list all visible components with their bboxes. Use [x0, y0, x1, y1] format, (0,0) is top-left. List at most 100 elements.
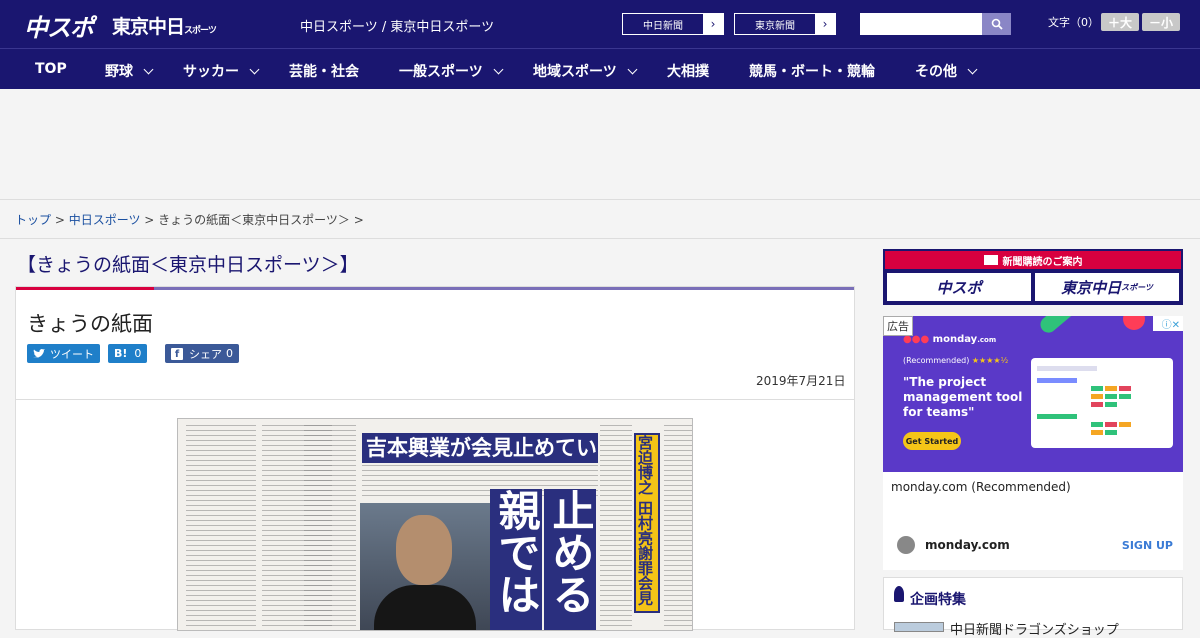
breadcrumb-top-link[interactable]: トップ	[15, 213, 51, 227]
nav-item-soccer[interactable]: サッカー	[183, 61, 260, 81]
chevron-down-icon	[627, 64, 638, 75]
ad-headline: "The project management tool for teams"	[903, 375, 1023, 419]
feature-title: 企画特集	[910, 592, 966, 608]
newspaper-big-text-2: 親ではない	[490, 489, 542, 630]
nav-item-label: その他	[915, 64, 957, 80]
breadcrumb-separator: >	[140, 213, 159, 227]
tokyo-chunichi-logo[interactable]: 東京中日スポーツ	[112, 12, 217, 39]
newspaper-text-column	[600, 425, 632, 630]
newspaper-text-column	[304, 425, 356, 630]
globe-icon	[897, 536, 915, 554]
ribbon-icon	[894, 586, 904, 602]
card-divider	[16, 399, 854, 400]
facebook-icon: f	[171, 347, 183, 360]
breadcrumb-chunichi-link[interactable]: 中日スポーツ	[69, 213, 141, 227]
breadcrumb-separator: >	[51, 213, 69, 227]
ad-image[interactable]: ●●● monday.com (Recommended) ★★★★½ "The …	[883, 316, 1183, 472]
card-accent-bar	[16, 287, 854, 290]
share-count: 0	[226, 347, 233, 360]
hatena-icon: B!	[114, 347, 128, 360]
feature-item[interactable]: 中日新聞ドラゴンズショップ	[950, 619, 1119, 638]
nav-item-label: TOP	[35, 61, 67, 77]
nav-item-label: 一般スポーツ	[399, 64, 483, 80]
tokyo-shimbun-link[interactable]: 東京新聞 ›	[734, 13, 836, 35]
nav-item-regional-sports[interactable]: 地域スポーツ	[533, 61, 638, 81]
tweet-button[interactable]: ツイート	[27, 344, 100, 363]
twitter-bird-icon	[33, 348, 45, 358]
chuspo-logo[interactable]: 中スポ	[24, 8, 94, 43]
newspaper-front-page-image[interactable]: 吉本興業が会見止めていた 止めるのは 親ではない 宮迫博之 田村亮謝罪会見	[177, 418, 693, 631]
top-ad-space	[0, 89, 1200, 200]
newspaper-headline: 吉本興業が会見止めていた	[362, 433, 598, 463]
nav-item-label: サッカー	[183, 64, 239, 80]
subscription-banner-text: 新聞購読のご案内	[1002, 256, 1083, 268]
newspaper-big-text-1: 止めるのは	[544, 489, 596, 630]
search-button[interactable]	[982, 13, 1011, 35]
site-title: 中日スポーツ / 東京中日スポーツ	[300, 20, 495, 35]
chuspo-banner-logo: 中スポ	[887, 273, 1031, 301]
chunichi-shimbun-link[interactable]: 中日新聞 ›	[622, 13, 724, 35]
chevron-right-icon: ›	[815, 14, 835, 34]
nav-item-label: 地域スポーツ	[533, 64, 617, 80]
newspaper-text-column	[186, 425, 256, 630]
ad-recommended-text: (Recommended)	[903, 356, 970, 365]
ad-site[interactable]: monday.com	[925, 538, 1010, 552]
share-label: シェア	[189, 347, 222, 361]
feature-thumbnail[interactable]	[894, 622, 944, 632]
ad-footer: monday.com SIGN UP	[883, 534, 1183, 558]
nav-item-label: 野球	[105, 64, 133, 80]
breadcrumb: トップ > 中日スポーツ > きょうの紙面＜東京中日スポーツ＞ >	[15, 211, 364, 228]
font-larger-button[interactable]: ＋大	[1101, 13, 1139, 31]
ad-brand-suffix: .com	[977, 336, 997, 344]
tokyo-shimbun-label: 東京新聞	[755, 20, 795, 32]
main-nav: TOP 野球 サッカー 芸能・社会 一般スポーツ 地域スポーツ 大相撲 競馬・ボ…	[0, 48, 1200, 89]
subscription-banner-title: 新聞購読のご案内	[885, 251, 1181, 269]
nav-item-other[interactable]: その他	[915, 61, 978, 81]
section-title: 【きょうの紙面＜東京中日スポーツ＞】	[17, 254, 359, 276]
nav-item-sumo[interactable]: 大相撲	[667, 61, 709, 81]
ad-recommended: (Recommended) ★★★★½	[903, 356, 1008, 365]
sidebar-ad[interactable]: ●●● monday.com (Recommended) ★★★★½ "The …	[883, 316, 1183, 570]
photo-face	[396, 515, 452, 585]
newspaper-text-column	[664, 425, 692, 630]
ad-label: 広告	[883, 316, 913, 336]
nav-item-label: 大相撲	[667, 64, 709, 80]
site-header: 中スポ 東京中日スポーツ 中日スポーツ / 東京中日スポーツ 中日新聞 › 東京…	[0, 0, 1200, 48]
nav-item-entertainment[interactable]: 芸能・社会	[289, 61, 359, 81]
ad-signup-button[interactable]: SIGN UP	[1122, 539, 1173, 552]
hatena-bookmark-button[interactable]: B! 0	[108, 344, 148, 363]
photo-suit	[374, 585, 476, 630]
ad-brand: ●●● monday.com	[903, 334, 996, 345]
article-card: きょうの紙面 ツイート B! 0 f シェア 0 2019年7月21日 吉本興業…	[15, 286, 855, 631]
tokyo-chunichi-logo-text: 東京中日	[112, 16, 185, 38]
subscription-banner[interactable]: 新聞購読のご案内 中スポ 東京中日 スポーツ	[883, 249, 1183, 305]
chevron-down-icon	[143, 64, 154, 75]
font-smaller-button[interactable]: －小	[1142, 13, 1180, 31]
article-title: きょうの紙面	[27, 312, 153, 336]
ad-name[interactable]: monday.com (Recommended)	[891, 480, 1071, 494]
chevron-down-icon	[493, 64, 504, 75]
nav-item-label: 芸能・社会	[289, 64, 359, 80]
facebook-share-button[interactable]: f シェア 0	[165, 344, 239, 363]
search-icon	[991, 18, 1003, 30]
search-input[interactable]	[860, 13, 982, 35]
article-date: 2019年7月21日	[756, 374, 846, 388]
tokyo-chunichi-banner-text: 東京中日	[1061, 278, 1122, 297]
ad-close-icon[interactable]: ⓘ✕	[1153, 316, 1183, 331]
newspaper-icon	[983, 255, 998, 265]
nav-item-general-sports[interactable]: 一般スポーツ	[399, 61, 504, 81]
ad-decoration	[1037, 316, 1109, 336]
ad-app-mockup	[1031, 358, 1173, 448]
breadcrumb-divider	[0, 238, 1200, 239]
card-accent-red	[16, 287, 154, 290]
nav-item-top[interactable]: TOP	[35, 61, 67, 77]
search-box	[860, 13, 1011, 35]
chevron-down-icon	[967, 64, 978, 75]
tokyo-chunichi-banner-small: スポーツ	[1121, 282, 1153, 292]
feature-box: 企画特集 中日新聞ドラゴンズショップ	[883, 577, 1183, 638]
nav-item-keiba[interactable]: 競馬・ボート・競輪	[749, 61, 875, 81]
ad-get-started-button[interactable]: Get Started	[903, 432, 961, 450]
nav-item-baseball[interactable]: 野球	[105, 61, 154, 81]
font-size-label: 文字（0）	[1048, 16, 1099, 29]
nav-item-label: 競馬・ボート・競輪	[749, 64, 875, 80]
